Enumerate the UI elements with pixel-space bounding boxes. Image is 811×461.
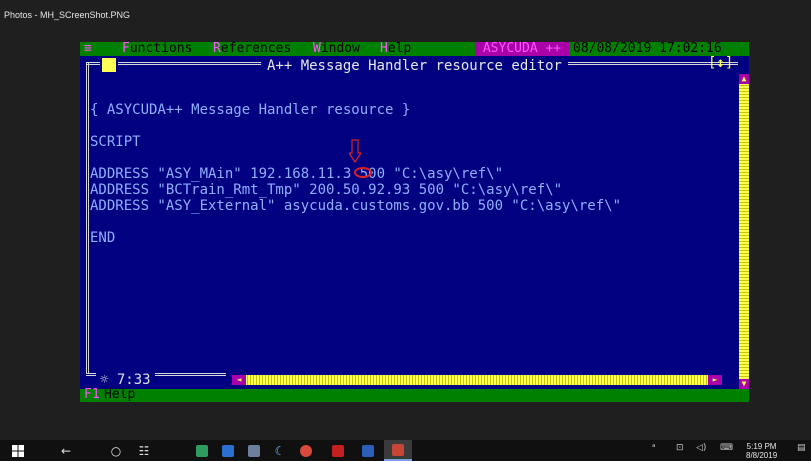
code-line: SCRIPT	[90, 134, 141, 150]
photos-title: Photos - MH_SCreenShot.PNG	[4, 10, 131, 20]
annotation-arrow-icon	[349, 139, 361, 163]
volume-icon[interactable]: ◁)	[696, 443, 706, 453]
taskbar: ← ○ ☷ ☾ ᵃ ⊡ ◁) ⌨ 5:19 PM 8/8/2019 ▤	[0, 440, 811, 461]
scroll-right-icon[interactable]: ►	[708, 375, 722, 385]
app-word-icon[interactable]	[354, 440, 382, 461]
network-icon[interactable]: ⊡	[676, 443, 684, 453]
taskbar-clock[interactable]: 5:19 PM 8/8/2019	[746, 442, 777, 460]
cursor-marker-icon: ☼	[100, 372, 109, 388]
people-icon[interactable]: ᵃ	[652, 443, 656, 453]
cursor-position: ☼ 7:33	[96, 372, 155, 388]
datetime: 08/08/2019 17:02:16	[573, 42, 749, 56]
app-tool-icon[interactable]	[240, 440, 268, 461]
code-line: ADDRESS "BCTrain_Rmt_Tmp" 200.50.92.93 5…	[90, 182, 563, 198]
app-moon-icon[interactable]: ☾	[266, 440, 294, 461]
frame-left	[86, 62, 89, 374]
menu-window[interactable]: Window	[313, 42, 360, 56]
code-line: { ASYCUDA++ Message Handler resource }	[90, 102, 411, 118]
code-line: ADDRESS "ASY_External" asycuda.customs.g…	[90, 198, 622, 214]
app-explorer-icon[interactable]	[214, 440, 242, 461]
menu-references[interactable]: References	[213, 42, 291, 56]
windows-start-icon[interactable]	[4, 440, 32, 461]
search-circle-icon[interactable]: ○	[102, 440, 130, 461]
code-line: ADDRESS "ASY_MAin" 192.168.11.3 500 "C:\…	[90, 166, 504, 182]
back-arrow-icon[interactable]: ←	[52, 440, 80, 461]
dos-window: ≡ Functions References Window Help ASYCU…	[80, 42, 749, 402]
editor-window: A++ Message Handler resource editor [↕] …	[80, 55, 749, 389]
menu-help[interactable]: Help	[380, 42, 411, 56]
horizontal-scrollbar[interactable]: ◄ ►	[232, 375, 722, 385]
scroll-up-icon[interactable]: ▲	[739, 74, 749, 84]
app-name: ASYCUDA ++	[475, 42, 569, 56]
help-key[interactable]: F1	[84, 388, 100, 402]
app-photos-icon[interactable]	[188, 440, 216, 461]
app-pdf-icon[interactable]	[324, 440, 352, 461]
editor-content[interactable]: { ASYCUDA++ Message Handler resource } S…	[90, 102, 730, 246]
scroll-left-icon[interactable]: ◄	[232, 375, 246, 385]
code-line: END	[90, 230, 116, 246]
close-box[interactable]	[100, 56, 118, 74]
task-view-icon[interactable]: ☷	[130, 440, 158, 461]
zoom-box[interactable]: [↕]	[708, 55, 733, 71]
annotation-ellipse	[354, 167, 372, 178]
clock-date: 8/8/2019	[746, 451, 778, 460]
system-menu[interactable]: ≡	[84, 42, 92, 56]
app-photo-viewer-icon[interactable]	[384, 440, 412, 461]
vertical-scrollbar[interactable]: ▲ ▼	[739, 74, 749, 389]
cursor-position-value: 7:33	[116, 372, 151, 388]
app-chrome-icon[interactable]	[292, 440, 320, 461]
editor-title: A++ Message Handler resource editor	[260, 58, 568, 74]
clock-time: 5:19 PM	[746, 442, 777, 451]
help-label: Help	[104, 387, 136, 402]
menu-functions[interactable]: Functions	[122, 42, 192, 56]
notifications-icon[interactable]: ▤	[797, 443, 806, 453]
keyboard-icon[interactable]: ⌨	[720, 443, 733, 453]
status-bar: F1 Help	[80, 387, 749, 402]
menu-bar: ≡ Functions References Window Help ASYCU…	[80, 42, 749, 56]
